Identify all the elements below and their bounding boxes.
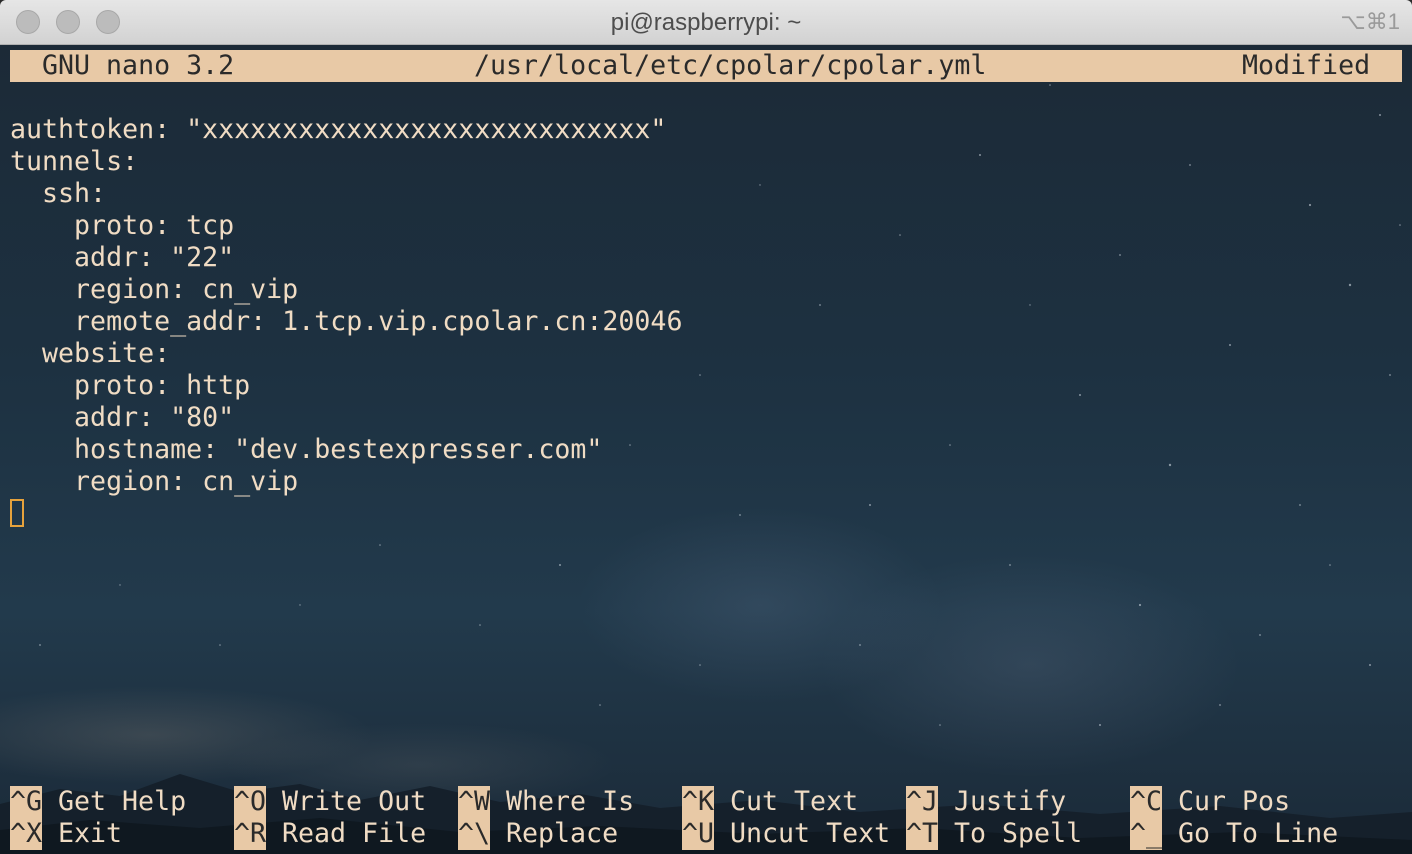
shortcut-key: ^W xyxy=(458,786,491,818)
text-cursor xyxy=(10,499,24,527)
editor-line[interactable]: tunnels: xyxy=(10,146,138,178)
shortcut-label: Exit xyxy=(58,818,123,849)
shortcut-go-to-line[interactable]: ^_ Go To Line xyxy=(1130,818,1338,850)
shortcut-key: ^G xyxy=(10,786,43,818)
shortcut-label: Cur Pos xyxy=(1178,786,1291,817)
editor-line[interactable]: remote_addr: 1.tcp.vip.cpolar.cn:20046 xyxy=(10,306,682,338)
nano-title-bar: GNU nano 3.2 /usr/local/etc/cpolar/cpola… xyxy=(10,50,1402,82)
editor-line[interactable]: ssh: xyxy=(10,178,106,210)
shortcut-key: ^R xyxy=(234,818,267,850)
shortcut-key: ^K xyxy=(682,786,715,818)
shortcut-label: Uncut Text xyxy=(730,818,891,849)
editor-line[interactable]: authtoken: "xxxxxxxxxxxxxxxxxxxxxxxxxxxx… xyxy=(10,114,666,146)
shortcut-label: To Spell xyxy=(954,818,1083,849)
shortcut-key: ^J xyxy=(906,786,939,818)
shortcut-key: ^C xyxy=(1130,786,1163,818)
shortcut-label: Go To Line xyxy=(1178,818,1339,849)
shortcut-label: Replace xyxy=(506,818,619,849)
shortcut-key: ^_ xyxy=(1130,818,1163,850)
shortcut-read-file[interactable]: ^R Read File xyxy=(234,818,426,850)
editor-line[interactable]: proto: tcp xyxy=(10,210,234,242)
editor-line[interactable]: region: cn_vip xyxy=(10,274,298,306)
editor-line[interactable]: addr: "22" xyxy=(10,242,234,274)
shortcut-label: Read File xyxy=(282,818,427,849)
shortcut-label: Get Help xyxy=(58,786,187,817)
shortcut-where-is[interactable]: ^W Where Is xyxy=(458,786,634,818)
editor-line[interactable]: region: cn_vip xyxy=(10,466,298,498)
modified-status: Modified xyxy=(1242,50,1371,81)
shortcut-exit[interactable]: ^X Exit xyxy=(10,818,122,850)
shortcut-key: ^X xyxy=(10,818,43,850)
shortcut-cut-text[interactable]: ^K Cut Text xyxy=(682,786,858,818)
window-shortcut-hint: ⌥⌘1 xyxy=(1340,9,1400,34)
window-title: pi@raspberrypi: ~ xyxy=(610,9,802,36)
shortcut-get-help[interactable]: ^G Get Help xyxy=(10,786,186,818)
shortcut-key: ^O xyxy=(234,786,267,818)
shortcut-label: Where Is xyxy=(506,786,635,817)
editor-line[interactable]: addr: "80" xyxy=(10,402,234,434)
shortcut-cur-pos[interactable]: ^C Cur Pos xyxy=(1130,786,1290,818)
window-titlebar[interactable]: pi@raspberrypi: ~ ⌥⌘1 xyxy=(0,0,1412,45)
editor-line[interactable]: website: xyxy=(10,338,170,370)
shortcut-label: Justify xyxy=(954,786,1067,817)
file-path: /usr/local/etc/cpolar/cpolar.yml xyxy=(474,50,987,81)
shortcut-key: ^\ xyxy=(458,818,491,850)
shortcut-label: Write Out xyxy=(282,786,427,817)
shortcut-to-spell[interactable]: ^T To Spell xyxy=(906,818,1082,850)
nano-version: GNU nano 3.2 xyxy=(42,50,235,81)
terminal-window: pi@raspberrypi: ~ ⌥⌘1 GNU nano 3.2 /usr/… xyxy=(0,0,1412,854)
editor-line[interactable]: proto: http xyxy=(10,370,250,402)
shortcut-replace[interactable]: ^\ Replace xyxy=(458,818,618,850)
shortcut-uncut-text[interactable]: ^U Uncut Text xyxy=(682,818,890,850)
shortcut-write-out[interactable]: ^O Write Out xyxy=(234,786,426,818)
editor-line[interactable]: hostname: "dev.bestexpresser.com" xyxy=(10,434,602,466)
shortcut-key: ^U xyxy=(682,818,715,850)
shortcut-label: Cut Text xyxy=(730,786,859,817)
shortcut-key: ^T xyxy=(906,818,939,850)
shortcut-justify[interactable]: ^J Justify xyxy=(906,786,1066,818)
